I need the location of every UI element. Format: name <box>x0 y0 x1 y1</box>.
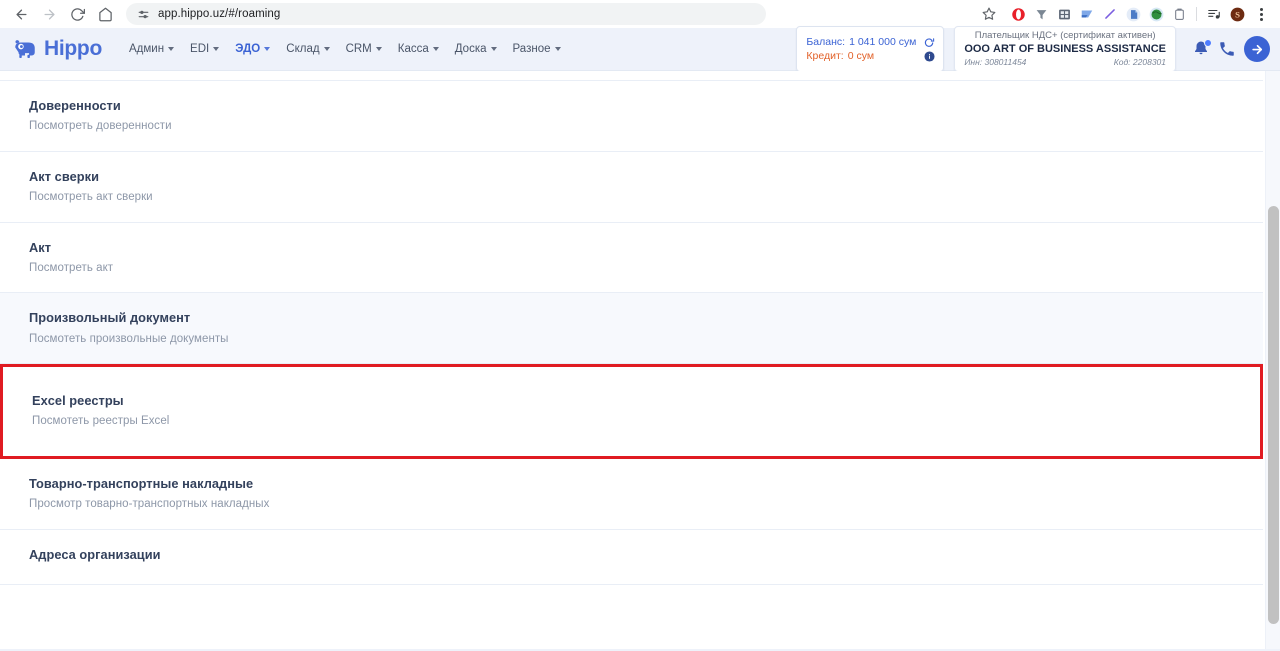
list-item-subtitle: Посмотеть реестры Excel <box>32 415 170 428</box>
company-card[interactable]: Плательщик НДС+ (сертификат активен) ООО… <box>954 26 1176 72</box>
logout-arrow-icon[interactable] <box>1244 36 1270 62</box>
balance-row: Баланс: 1 041 000 сум <box>806 36 935 48</box>
nav-raznoe-label: Разное <box>512 43 551 55</box>
url-text: app.hippo.uz/#/roaming <box>158 8 281 20</box>
info-icon[interactable] <box>916 50 935 62</box>
blue-note-extension-icon[interactable] <box>1077 4 1097 24</box>
header-right-group: Баланс: 1 041 000 сум Кредит: 0 сум Плат… <box>796 26 1270 72</box>
content-area: Доверенности Посмотреть доверенности Акт… <box>0 71 1280 649</box>
list-item-proizvolnyy-dokument[interactable]: Произвольный документ Посмотеть произвол… <box>0 293 1263 365</box>
funnel-extension-icon[interactable] <box>1031 4 1051 24</box>
home-icon[interactable] <box>92 2 118 26</box>
nav-raznoe[interactable]: Разное <box>506 38 568 60</box>
phone-icon[interactable] <box>1218 40 1236 58</box>
address-bar[interactable]: app.hippo.uz/#/roaming <box>126 3 766 25</box>
list-item-title: Excel реестры <box>32 393 124 409</box>
list-item-excel-reestry[interactable]: Excel реестры Посмотеть реестры Excel <box>0 364 1263 459</box>
svg-text:S: S <box>1235 9 1240 19</box>
forward-icon[interactable] <box>36 2 62 26</box>
list-item-title: Произвольный документ <box>29 310 191 326</box>
nav-admin-label: Админ <box>128 43 165 55</box>
browser-nav-buttons <box>8 2 118 26</box>
nav-doska[interactable]: Доска <box>448 38 504 60</box>
list-item-subtitle: Просмотр товарно-транспортных накладных <box>29 498 270 511</box>
header-action-icons <box>1192 26 1270 71</box>
chevron-down-icon <box>168 47 175 51</box>
refresh-icon[interactable] <box>916 37 935 48</box>
nav-sklad-label: Склад <box>286 43 320 55</box>
main-navigation: Админ EDI ЭДО Склад CRM Касса Доска Разн… <box>122 38 568 60</box>
list-item-subtitle: Посмотеть произвольные документы <box>29 332 229 345</box>
scrollbar-thumb[interactable] <box>1268 206 1279 624</box>
list-item-adresa-organizacii[interactable]: Адреса организации <box>0 529 1263 585</box>
credit-row: Кредит: 0 сум <box>806 50 935 62</box>
globe-extension-icon[interactable] <box>1146 4 1166 24</box>
nav-crm-label: CRM <box>345 43 372 55</box>
nav-admin[interactable]: Админ <box>122 38 181 60</box>
list-item-subtitle: Посмотреть акт <box>29 261 114 274</box>
company-meta: Инн: 308011454 Код: 2208301 <box>964 57 1166 68</box>
playlist-extension-icon[interactable] <box>1204 4 1224 24</box>
list-item-subtitle: Посмотреть доверенности <box>29 120 172 133</box>
document-type-list: Доверенности Посмотреть доверенности Акт… <box>0 71 1280 649</box>
chevron-down-icon <box>554 47 561 51</box>
reload-icon[interactable] <box>64 2 90 26</box>
balance-card: Баланс: 1 041 000 сум Кредит: 0 сум <box>796 26 945 72</box>
nav-doska-label: Доска <box>454 43 487 55</box>
opera-extension-icon[interactable] <box>1008 4 1028 24</box>
list-item-subtitle: Посмотреть акт сверки <box>29 191 153 204</box>
browser-toolbar: app.hippo.uz/#/roaming S <box>0 0 1280 28</box>
balance-label: Баланс: <box>806 36 846 48</box>
nav-edo[interactable]: ЭДО <box>228 38 277 60</box>
list-item-akt-sverki[interactable]: Акт сверки Посмотреть акт сверки <box>0 151 1263 223</box>
app-header: Hippo Админ EDI ЭДО Склад CRM Касса Доск… <box>0 26 1280 72</box>
bell-icon[interactable] <box>1192 39 1212 58</box>
list-item-title: Доверенности <box>29 98 121 113</box>
browser-extensions: S <box>979 4 1272 24</box>
bookmark-star-icon[interactable] <box>979 4 999 24</box>
chevron-down-icon <box>264 47 271 51</box>
company-vat-status: Плательщик НДС+ (сертификат активен) <box>974 30 1156 42</box>
s-profile-extension-icon[interactable]: S <box>1227 4 1247 24</box>
chevron-down-icon <box>490 47 497 51</box>
nav-sklad[interactable]: Склад <box>279 38 336 60</box>
company-code: Код: 2208301 <box>1113 56 1166 67</box>
toolbar-divider <box>1196 7 1197 21</box>
credit-value: 0 сум <box>847 50 875 62</box>
company-name: ООО ART OF BUSINESS ASSISTANCE <box>964 43 1166 56</box>
hippo-logo-icon <box>12 36 38 62</box>
image-extension-icon[interactable] <box>1054 4 1074 24</box>
chevron-down-icon <box>375 47 382 51</box>
site-settings-icon[interactable] <box>136 7 150 21</box>
chevron-down-icon <box>213 47 220 51</box>
nav-kassa[interactable]: Касса <box>391 38 446 60</box>
nav-edi[interactable]: EDI <box>183 38 226 60</box>
document-extension-icon[interactable] <box>1123 4 1143 24</box>
notification-badge <box>1204 39 1212 47</box>
brand-name: Hippo <box>44 37 102 60</box>
pen-extension-icon[interactable] <box>1100 4 1120 24</box>
credit-label: Кредит: <box>806 50 844 62</box>
page-scrollbar[interactable] <box>1265 71 1280 649</box>
nav-edo-label: ЭДО <box>235 43 261 55</box>
list-item-partial-top[interactable] <box>0 71 1263 81</box>
chevron-down-icon <box>432 47 439 51</box>
clipboard-extension-icon[interactable] <box>1169 4 1189 24</box>
nav-crm[interactable]: CRM <box>339 38 389 60</box>
back-icon[interactable] <box>8 2 34 26</box>
list-item-title: Акт сверки <box>29 168 99 184</box>
browser-menu-icon[interactable] <box>1252 4 1270 24</box>
list-item-doverennosti[interactable]: Доверенности Посмотреть доверенности <box>0 81 1263 152</box>
company-inn: Инн: 308011454 <box>964 56 1027 67</box>
balance-value: 1 041 000 сум <box>849 36 917 48</box>
list-item-title: Акт <box>29 239 52 255</box>
brand-logo-group[interactable]: Hippo <box>12 36 102 62</box>
list-item-title: Товарно-транспортные накладные <box>29 475 254 491</box>
list-item-title: Адреса организации <box>29 546 161 562</box>
nav-kassa-label: Касса <box>397 43 429 55</box>
list-item-tovarno-transportnye-nakladnye[interactable]: Товарно-транспортные накладные Просмотр … <box>0 458 1263 530</box>
nav-edi-label: EDI <box>190 43 210 55</box>
chevron-down-icon <box>323 47 330 51</box>
list-item-akt[interactable]: Акт Посмотреть акт <box>0 222 1263 294</box>
